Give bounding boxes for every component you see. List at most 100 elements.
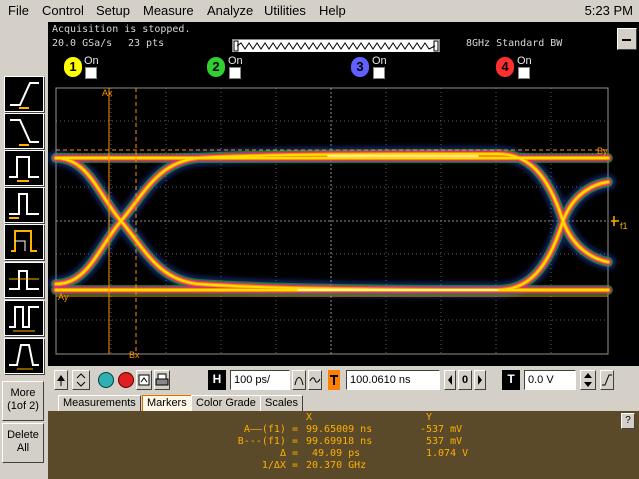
single-acquire-button[interactable] [98, 372, 114, 388]
marker-ax-label: Ax [102, 88, 113, 98]
scroll-up-button[interactable] [54, 370, 68, 390]
graticule-axes [56, 88, 608, 354]
f1-reference-icon [611, 216, 619, 226]
more-button[interactable]: More (1of 2) [2, 381, 44, 421]
trigger-label[interactable]: T [502, 370, 520, 390]
clock: 5:23 PM [584, 3, 633, 18]
waveform-display[interactable]: Ax Bx By Ay f1 [48, 84, 639, 366]
glitch-trigger-button[interactable] [4, 187, 44, 223]
channel-3-checkbox[interactable] [373, 67, 385, 79]
channel-1-button[interactable]: 1 [64, 57, 82, 77]
channel-2-button[interactable]: 2 [207, 57, 225, 77]
printer-icon [155, 373, 169, 386]
panel-tabs: Measurements Markers Color Grade Scales [48, 394, 639, 411]
channel-2-checkbox[interactable] [229, 67, 241, 79]
timebase-field[interactable]: 100 ps/ [230, 370, 290, 390]
delete-all-button[interactable]: Delete All [2, 423, 44, 463]
marker-readout-panel: ? X Y A——(f1) = 99.65009 ns -537 mV B---… [48, 411, 639, 479]
all-label: All [16, 442, 30, 454]
left-toolbar: More (1of 2) Delete All [0, 22, 48, 479]
channel-3-button[interactable]: 3 [351, 57, 369, 77]
marker-col-y: Y [426, 412, 433, 423]
menu-control[interactable]: Control [42, 3, 84, 18]
horizontal-label[interactable]: H [208, 370, 226, 390]
minimize-button[interactable] [617, 28, 637, 50]
f1-reference-label: f1 [620, 221, 628, 231]
marker-col-x: X [306, 412, 313, 423]
channel-4-button[interactable]: 4 [496, 57, 514, 77]
tab-color-grade[interactable]: Color Grade [191, 395, 261, 411]
menu-help[interactable]: Help [319, 3, 346, 18]
trigger-marker-icon [330, 375, 338, 385]
waveform-overview-icon [233, 40, 439, 52]
marker-delta-label: Δ = [279, 448, 298, 459]
channel-4-on-label: On [517, 55, 532, 67]
position-left-button[interactable] [444, 370, 456, 390]
marker-bx-label: Bx [129, 350, 140, 360]
status-bar: Acquisition is stopped. 20.0 GSa/s 23 pt… [48, 22, 639, 53]
stop-button[interactable] [118, 372, 134, 388]
marker-delta-y: 1.074 V [426, 448, 469, 459]
timeout-trigger-button[interactable] [4, 300, 44, 336]
position-field[interactable]: 100.0610 ns [346, 370, 440, 390]
position-right-button[interactable] [474, 370, 486, 390]
autoscale-icon [138, 374, 150, 386]
print-button[interactable] [154, 370, 170, 390]
chevron-right-icon [478, 375, 482, 385]
marker-a-label: A——(f1) = [243, 424, 298, 435]
marker-by-label: By [597, 146, 608, 156]
transition-trigger-button[interactable] [4, 338, 44, 374]
trigger-level-field[interactable]: 0.0 V [524, 370, 576, 390]
tab-scales[interactable]: Scales [260, 395, 304, 411]
rising-edge-trigger-button[interactable] [4, 76, 44, 112]
channel-1-on-label: On [84, 55, 99, 67]
marker-b-y: 537 mV [426, 436, 463, 447]
scroll-stepper[interactable] [72, 370, 90, 390]
menu-file[interactable]: File [8, 3, 29, 18]
falling-edge-icon [10, 119, 39, 146]
channel-bar: 1 On 2 On 3 On 4 On [48, 52, 639, 84]
chevron-left-icon [448, 375, 452, 385]
timeout-icon [9, 306, 39, 332]
acquisition-overview[interactable] [232, 39, 440, 53]
sample-rate: 20.0 GSa/s [52, 38, 113, 49]
rising-edge-icon [10, 82, 39, 109]
more-label: More [10, 387, 36, 399]
channel-4-checkbox[interactable] [518, 67, 530, 79]
channel-1-checkbox[interactable] [85, 67, 97, 79]
marker-a-x: 99.65009 ns [306, 424, 373, 435]
menu-setup[interactable]: Setup [96, 3, 130, 18]
trigger-level-stepper[interactable] [580, 370, 596, 390]
marker-b-label: B---(f1) = [237, 436, 298, 447]
delete-label: Delete [7, 429, 39, 441]
timebase-stepper[interactable] [292, 370, 306, 390]
fine-adjust-button[interactable] [308, 370, 322, 390]
tab-measurements[interactable]: Measurements [58, 395, 141, 411]
position-zero-button[interactable]: 0 [458, 370, 472, 390]
transition-icon [9, 344, 39, 370]
trigger-slope-button[interactable] [600, 370, 614, 390]
help-button[interactable]: ? [621, 413, 635, 429]
eye-diagram: Ax Bx By Ay f1 [48, 87, 628, 360]
marker-inverse-delta-x: 20.370 GHz [306, 460, 367, 471]
autoscale-button[interactable] [136, 370, 152, 390]
bandwidth-label: 8GHz Standard BW [466, 38, 563, 49]
runt-icon [9, 270, 39, 290]
marker-ay-label: Ay [58, 292, 69, 302]
channel-2-on-label: On [228, 55, 243, 67]
menu-analyze[interactable]: Analyze [207, 3, 253, 18]
trigger-position-button[interactable] [328, 370, 340, 390]
pulse-width-button[interactable] [4, 150, 44, 186]
menu-bar: File Control Setup Measure Analyze Utili… [0, 0, 639, 23]
menu-measure[interactable]: Measure [143, 3, 194, 18]
runt-trigger-button[interactable] [4, 262, 44, 298]
pattern-trigger-button[interactable] [4, 224, 44, 260]
glitch-icon [9, 193, 39, 219]
channel-3-on-label: On [372, 55, 387, 67]
marker-a-y: -537 mV [420, 424, 463, 435]
tab-markers[interactable]: Markers [142, 395, 192, 411]
controls-bar: H 100 ps/ 100.0610 ns 0 T 0.0 V [48, 366, 639, 394]
menu-utilities[interactable]: Utilities [264, 3, 306, 18]
marker-delta-x: 49.09 ps [312, 448, 361, 459]
falling-edge-trigger-button[interactable] [4, 113, 44, 149]
